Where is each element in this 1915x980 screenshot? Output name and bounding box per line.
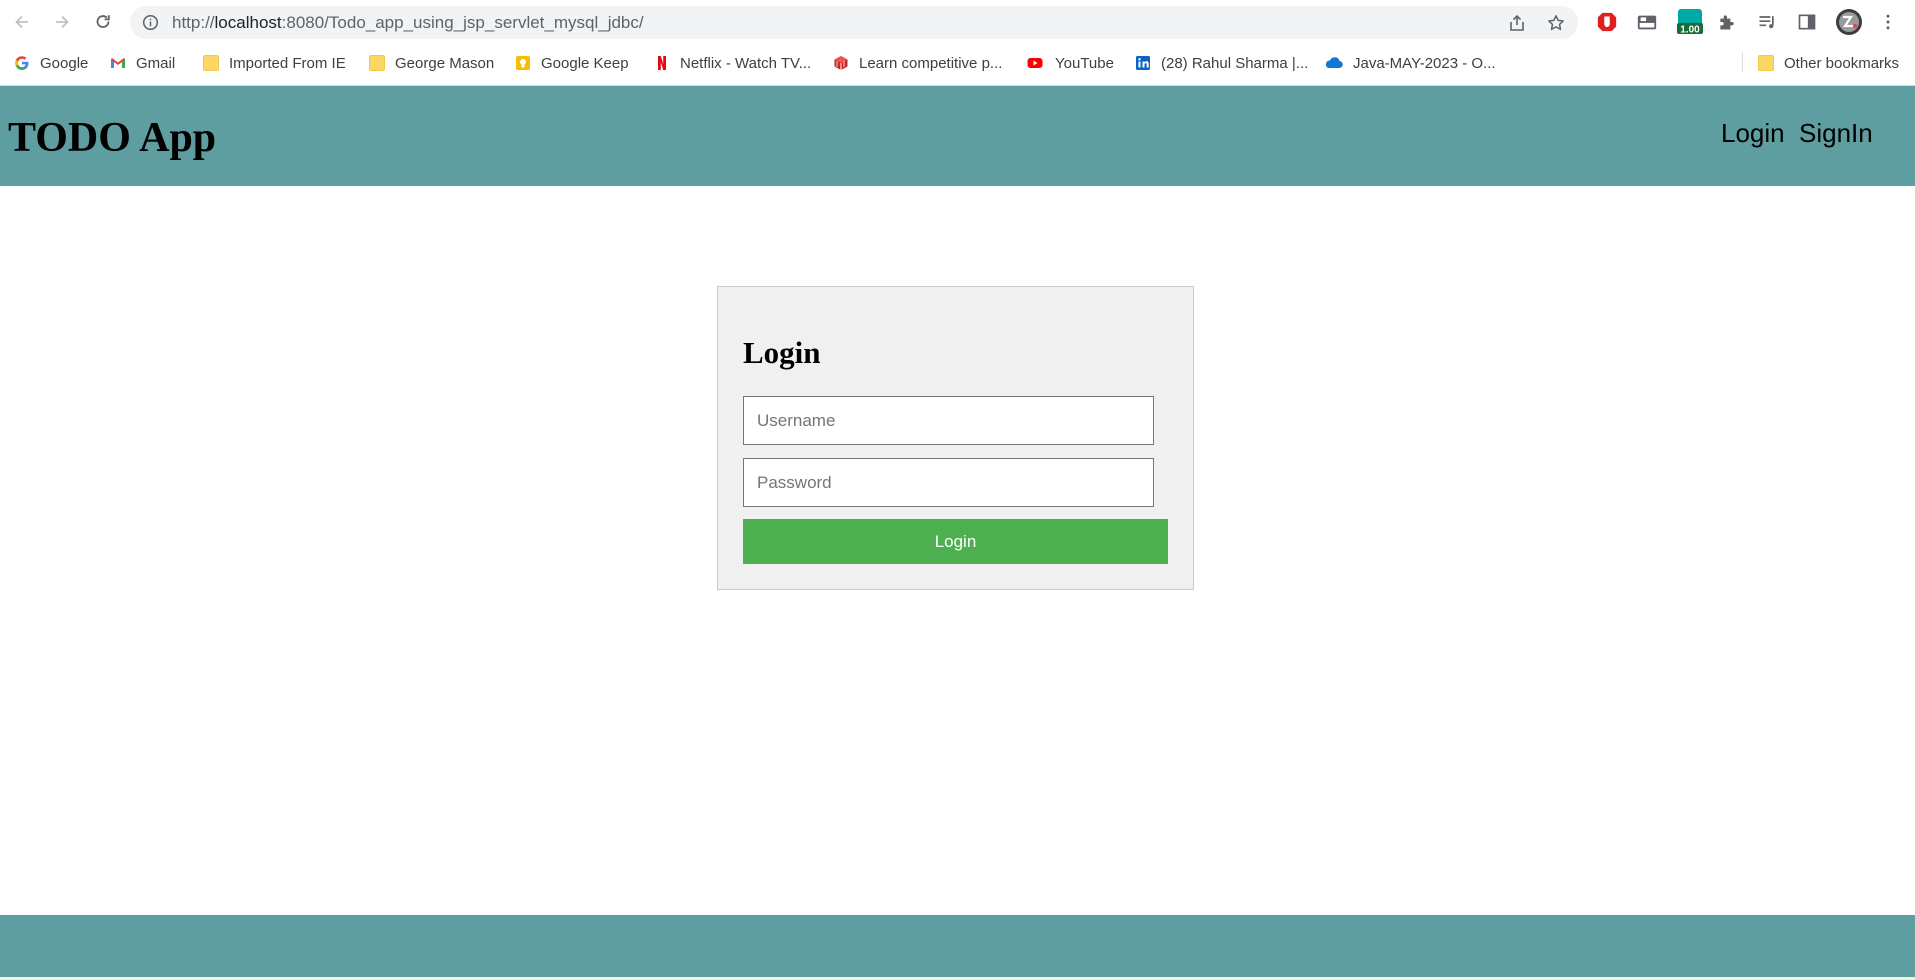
reload-button[interactable] xyxy=(91,10,115,34)
login-submit-button[interactable]: Login xyxy=(743,519,1168,564)
address-url[interactable]: http://localhost:8080/Todo_app_using_jsp… xyxy=(172,13,644,33)
extensions-puzzle-icon[interactable] xyxy=(1715,10,1739,34)
bookmark-label: Gmail xyxy=(136,54,176,72)
login-card: Login Login xyxy=(717,286,1194,590)
browser-chrome: http://localhost:8080/Todo_app_using_jsp… xyxy=(0,0,1915,86)
bookmark-label: Google Keep xyxy=(541,54,629,72)
nav-login-link[interactable]: Login xyxy=(1721,118,1785,149)
extension-speed-icon[interactable]: 1.00 xyxy=(1675,9,1705,36)
nav-signin-link[interactable]: SignIn xyxy=(1799,118,1873,149)
bookmark-label: George Mason xyxy=(395,54,495,72)
bookmark-google[interactable]: Google xyxy=(14,53,88,73)
bookmark-linkedin[interactable]: (28) Rahul Sharma |... xyxy=(1135,53,1308,73)
app-header: TODO App Login SignIn xyxy=(0,86,1915,186)
share-icon[interactable] xyxy=(1508,14,1526,32)
bookmark-youtube[interactable]: YouTube xyxy=(1025,53,1114,73)
google-icon xyxy=(15,56,29,70)
side-panel-icon[interactable] xyxy=(1795,10,1819,34)
bookmark-george-mason[interactable]: George Mason xyxy=(369,53,494,73)
folder-icon xyxy=(369,55,385,71)
login-heading: Login xyxy=(743,335,821,370)
extension-new-icon[interactable] xyxy=(1635,10,1659,34)
bookmark-label: Other bookmarks xyxy=(1784,54,1900,72)
bookmark-label: Learn competitive p... xyxy=(859,54,1003,72)
password-input[interactable] xyxy=(743,458,1154,507)
bookmark-star-icon[interactable] xyxy=(1547,14,1565,32)
browser-toolbar: http://localhost:8080/Todo_app_using_jsp… xyxy=(0,0,1915,45)
back-button[interactable] xyxy=(10,10,34,34)
url-host: localhost xyxy=(214,13,282,32)
bookmark-other-bookmarks[interactable]: Other bookmarks xyxy=(1758,53,1899,73)
youtube-icon xyxy=(1027,58,1043,68)
gmail-icon xyxy=(111,58,125,68)
url-scheme: http:// xyxy=(172,13,215,32)
bookmarks-bar: Google Gmail Imported From IE George Mas… xyxy=(0,49,1915,77)
bookmark-imported-from-ie[interactable]: Imported From IE xyxy=(203,53,346,73)
bookmark-label: Java-MAY-2023 - O... xyxy=(1353,54,1496,72)
menu-kebab-icon[interactable] xyxy=(1876,10,1900,34)
bookmark-netflix[interactable]: Netflix - Watch TV... xyxy=(654,53,811,73)
folder-icon xyxy=(1758,55,1774,71)
bookmark-label: Imported From IE xyxy=(229,54,346,72)
bookmark-gmail[interactable]: Gmail xyxy=(110,53,175,73)
bookmark-google-keep[interactable]: Google Keep xyxy=(515,53,629,73)
bookmark-label: Netflix - Watch TV... xyxy=(680,54,812,72)
site-info-icon[interactable] xyxy=(142,14,159,31)
reload-icon xyxy=(96,15,110,28)
bookmark-label: Google xyxy=(40,54,89,72)
extension-adblock-icon[interactable] xyxy=(1595,10,1619,34)
onedrive-icon xyxy=(1325,57,1343,69)
linkedin-icon xyxy=(1136,56,1150,70)
username-input[interactable] xyxy=(743,396,1154,445)
reading-list-icon[interactable] xyxy=(1755,10,1779,34)
profile-avatar-icon[interactable] xyxy=(1835,8,1863,36)
url-path: :8080/Todo_app_using_jsp_servlet_mysql_j… xyxy=(281,13,644,32)
folder-icon xyxy=(203,55,219,71)
extension-badge-text: 1.00 xyxy=(1680,25,1700,36)
arrow-left-icon xyxy=(15,15,28,29)
bookmark-label: (28) Rahul Sharma |... xyxy=(1161,54,1309,72)
bookmark-label: YouTube xyxy=(1055,54,1114,72)
forward-button[interactable] xyxy=(50,10,74,34)
bookmark-learn-competitive[interactable]: Learn competitive p... xyxy=(833,53,1002,73)
app-title: TODO App xyxy=(8,115,217,161)
app-footer xyxy=(0,915,1915,977)
google-keep-icon xyxy=(516,56,530,70)
bookmarks-divider xyxy=(1742,52,1743,72)
bookmark-java-may-2023[interactable]: Java-MAY-2023 - O... xyxy=(1323,53,1496,73)
cube-icon xyxy=(834,56,848,70)
arrow-right-icon xyxy=(56,15,69,29)
address-bar[interactable]: http://localhost:8080/Todo_app_using_jsp… xyxy=(130,6,1578,39)
netflix-icon xyxy=(658,56,666,70)
